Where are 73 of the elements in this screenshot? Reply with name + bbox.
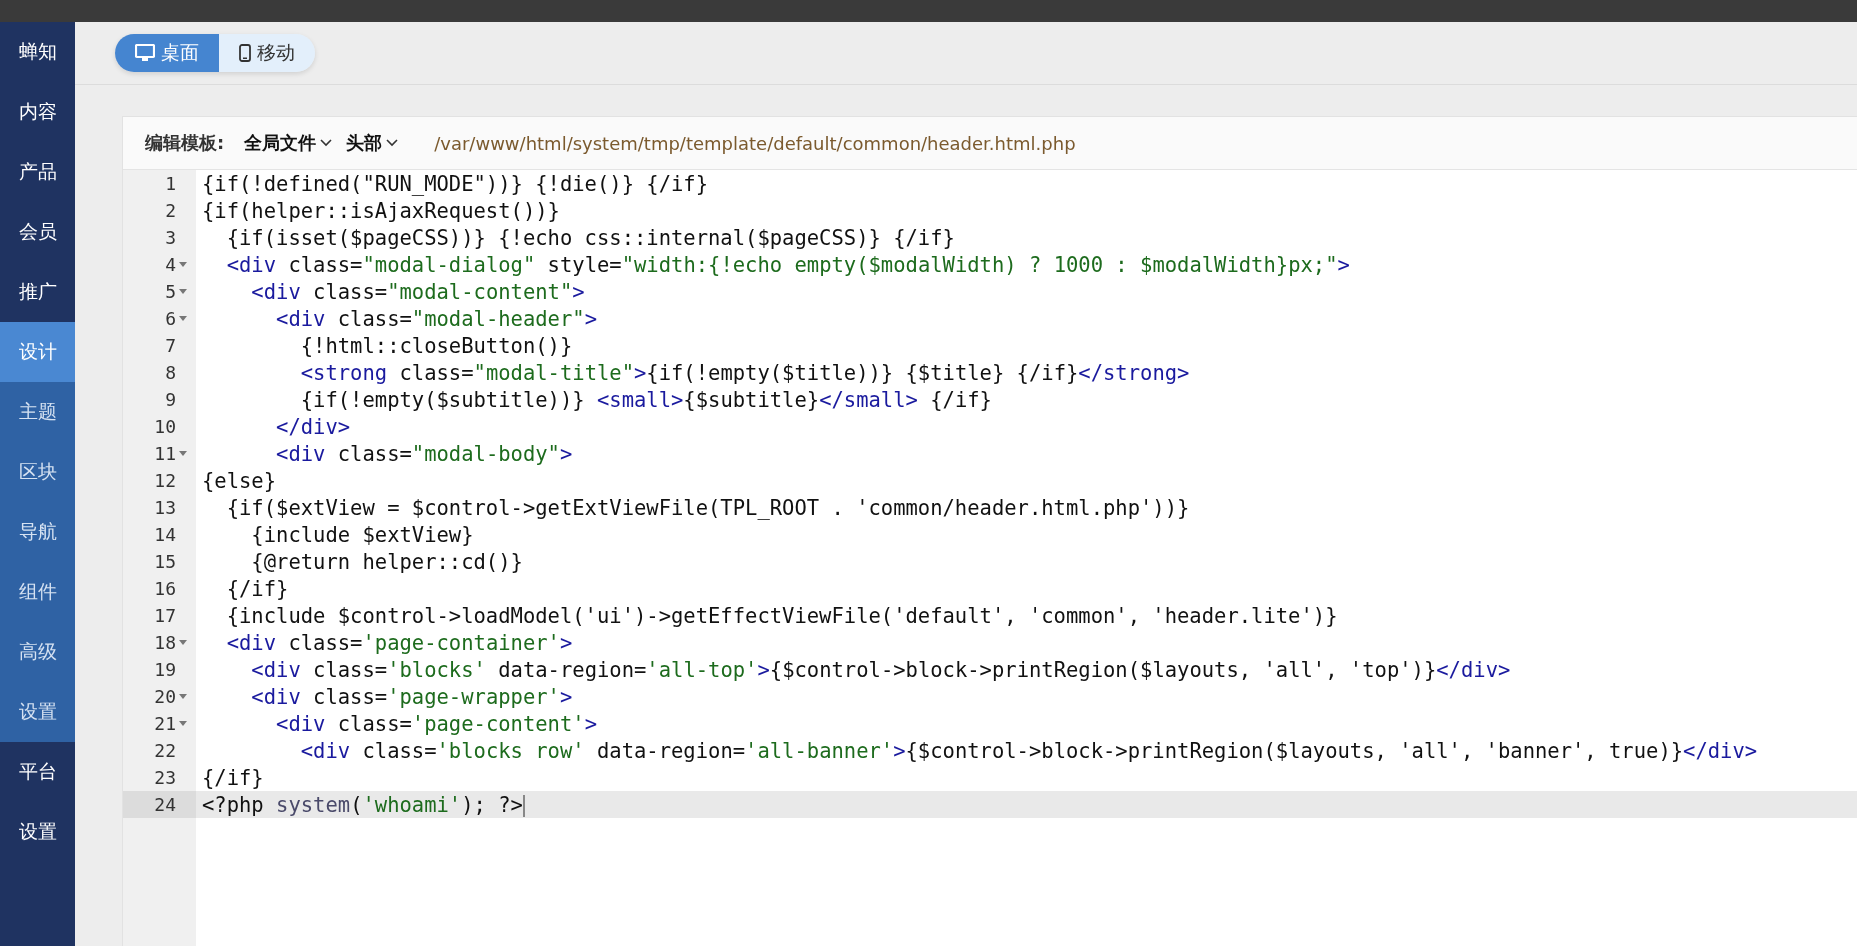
code-line: <div class='page-content'> [275,711,597,736]
code-line: {if(isset($pageCSS))} {!echo css::internal($pageCSS)} {/if} [225,225,955,250]
view-toggle-button[interactable]: 移动 [219,34,315,72]
fold-icon[interactable] [179,261,187,268]
code-line: <div class='blocks row' data-region='all-banner'>{$control->block->printRegion($layouts, 'all', 'banner', true)}</div> [299,738,1758,763]
line-number: 9 [165,389,176,410]
line-number: 21 [154,713,176,734]
sidebar-item[interactable]: 高级 [0,622,75,682]
code-line: <div class="modal-dialog" style="width:{!echo empty($modalWidth) ? 1000 : $modalWidth}px;"> [225,252,1350,277]
fold-icon[interactable] [179,315,187,322]
code-line: </div> [275,414,351,439]
fold-icon[interactable] [179,693,187,700]
code-line: <div class="modal-body"> [275,441,573,466]
sidebar-item[interactable]: 设计 [0,322,75,382]
sidebar-item[interactable]: 组件 [0,562,75,622]
line-number: 19 [154,659,176,680]
code-line: {@return helper::cd()} [250,549,523,574]
line-number: 8 [165,362,176,383]
code-line: <div class='blocks' data-region='all-top'>{$control->block->printRegion($layouts, 'all', 'top')}</div> [250,657,1511,682]
code-line: {!html::closeButton()} [299,333,573,358]
line-number: 20 [154,686,176,707]
template-dropdown[interactable]: 头部 [346,131,399,155]
code-line: <?php system('whoami'); ?> [201,792,525,817]
code-line: {if(!empty($subtitle))} <small>{$subtitle}</small> {/if} [299,387,992,412]
file-path: /var/www/html/system/tmp/template/default/common/header.html.php [434,132,1076,154]
sidebar-item[interactable]: 设置 [0,682,75,742]
template-dropdown[interactable]: 全局文件 [244,131,333,155]
code-line: <div class='page-wrapper'> [250,684,573,709]
sidebar-item[interactable]: 主题 [0,382,75,442]
line-number: 5 [165,281,176,302]
code-line: {include $extView} [250,522,474,547]
fold-icon[interactable] [179,720,187,727]
code-line: {/if} [225,576,289,601]
line-number: 11 [154,443,176,464]
fold-icon[interactable] [179,450,187,457]
line-number: 22 [154,740,176,761]
line-number: 7 [165,335,176,356]
chevron-icon [320,139,333,147]
line-number: 18 [154,632,176,653]
line-number: 17 [154,605,176,626]
line-number: 12 [154,470,176,491]
line-number: 1 [165,173,176,194]
code-line: <div class='page-container'> [225,630,573,655]
phone-icon [239,44,251,62]
line-number: 13 [154,497,176,518]
fold-icon[interactable] [179,639,187,646]
sidebar-item[interactable]: 导航 [0,502,75,562]
line-number: 16 [154,578,176,599]
line-number: 23 [154,767,176,788]
line-number: 14 [154,524,176,545]
code-line: {else} [201,468,277,493]
monitor-icon [135,44,155,62]
line-number: 15 [154,551,176,572]
code-line: {/if} [201,765,264,790]
code-line: <div class="modal-header"> [275,306,597,331]
sidebar-item[interactable]: 区块 [0,442,75,502]
text-cursor [522,794,525,817]
code-line: <strong class="modal-title">{if(!empty($title))} {$title} {/if}</strong> [299,360,1190,385]
line-number: 2 [165,200,176,221]
code-line: {include $control->loadModel('ui')->getEffectViewFile('default', 'common', 'header.lite')} [225,603,1338,628]
line-number: 6 [165,308,176,329]
code-line: {if(helper::isAjaxRequest())} [201,198,560,223]
fold-icon[interactable] [179,288,187,295]
view-toggle-button[interactable]: 桌面 [115,34,219,72]
line-number: 4 [165,254,176,275]
line-number: 10 [154,416,176,437]
template-label: 编辑模板: [145,131,225,155]
line-number: 24 [154,794,176,815]
code-line: <div class="modal-content"> [250,279,585,304]
code-line: {if(!defined("RUN_MODE"))} {!die()} {/if} [201,171,709,196]
line-number: 3 [165,227,176,248]
chevron-icon [386,139,399,147]
code-line: {if($extView = $control->getExtViewFile(TPL_ROOT . 'common/header.html.php'))} [225,495,1190,520]
